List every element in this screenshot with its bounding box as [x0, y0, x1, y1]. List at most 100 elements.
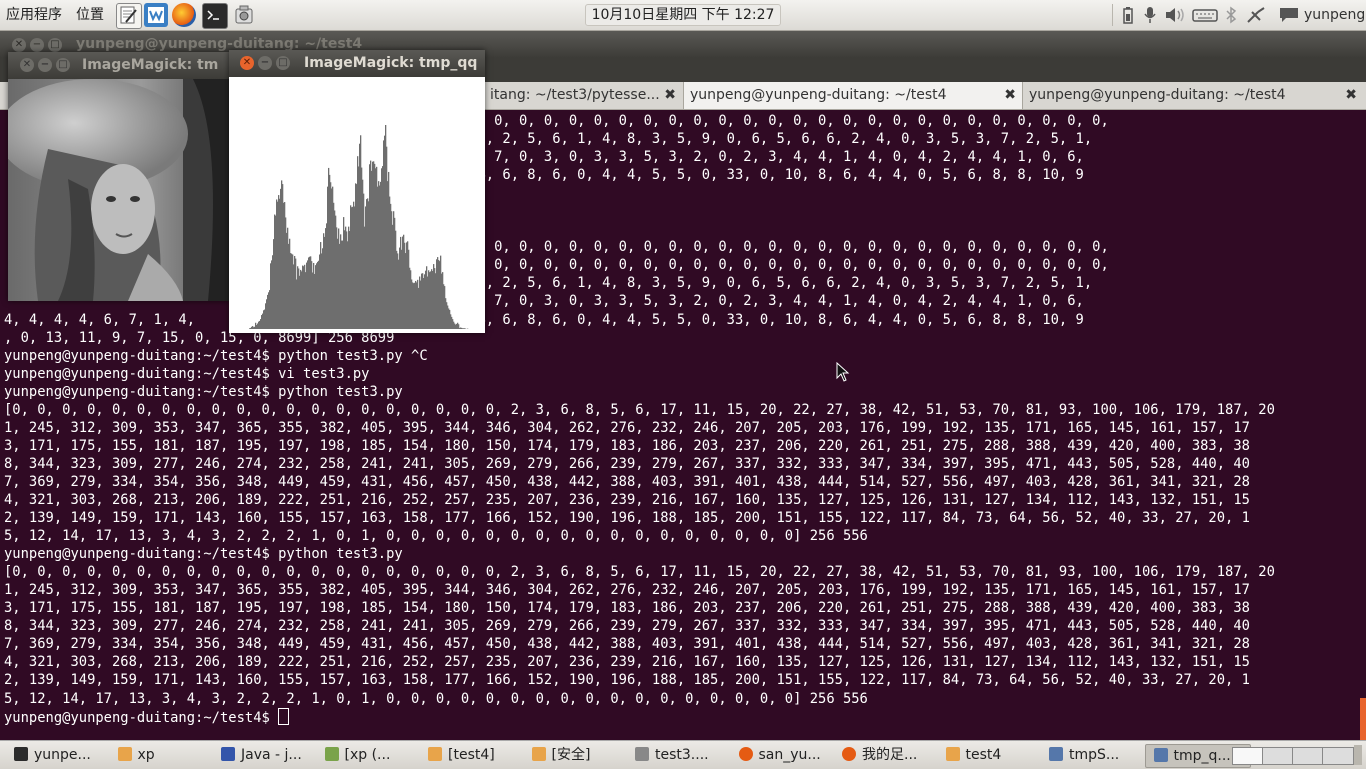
tab-test3[interactable]: itang: ~/test3/pytesse... ✖	[484, 82, 682, 109]
keyboard-icon[interactable]	[1192, 6, 1218, 24]
taskbar-item[interactable]: tmpS...	[1041, 744, 1145, 766]
folder-icon	[946, 747, 960, 761]
taskbar-item-label: Java - j...	[241, 747, 302, 763]
firefox-icon	[739, 747, 753, 761]
terminal-line: 7, 369, 279, 334, 354, 356, 348, 449, 45…	[4, 635, 1360, 653]
volume-icon[interactable]	[1164, 6, 1188, 24]
terminal-line: [0, 0, 0, 0, 0, 0, 0, 0, 0, 0, 0, 0, 0, …	[4, 563, 1360, 581]
terminal-line: yunpeng@yunpeng-duitang:~/test4$ python …	[4, 347, 1360, 365]
terminal-line: 3, 171, 175, 155, 181, 187, 195, 197, 19…	[4, 599, 1360, 617]
taskbar-item[interactable]: Java - j...	[213, 744, 317, 766]
taskbar-item-label: san_yu...	[759, 747, 821, 763]
terminal-line: 5, 12, 14, 17, 13, 3, 4, 3, 2, 2, 2, 1, …	[4, 527, 1360, 545]
chat-icon[interactable]	[1278, 6, 1300, 24]
terminal-line: 2, 139, 149, 159, 171, 143, 160, 155, 15…	[4, 509, 1360, 527]
terminal-line: 1, 245, 312, 309, 353, 347, 365, 355, 38…	[4, 581, 1360, 599]
terminal-line: 4, 321, 303, 268, 213, 206, 189, 222, 25…	[4, 491, 1360, 509]
taskbar-item-label: test4	[966, 747, 1002, 763]
terminal-prompt-line[interactable]: yunpeng@yunpeng-duitang:~/test4$	[4, 708, 1360, 727]
terminal-line: 1, 245, 312, 309, 353, 347, 365, 355, 38…	[4, 419, 1360, 437]
image-icon	[325, 747, 339, 761]
imagemagick-window-photo[interactable]: ✕ − □ ImageMagick: tm	[8, 52, 230, 301]
terminal-line: 8, 344, 323, 309, 277, 246, 274, 232, 25…	[4, 455, 1360, 473]
tab-test4[interactable]: yunpeng@yunpeng-duitang: ~/test4 ✖	[1023, 82, 1363, 109]
network-icon[interactable]	[1246, 6, 1266, 24]
tab-test4-active[interactable]: yunpeng@yunpeng-duitang: ~/test4 ✖	[683, 82, 1023, 109]
trash-icon[interactable]	[1354, 745, 1362, 765]
taskbar-item[interactable]: test4	[938, 744, 1042, 766]
clock[interactable]: 10月10日星期四 下午 12:27	[585, 4, 782, 26]
mouse-pointer-icon	[836, 362, 850, 382]
editor-icon	[635, 747, 649, 761]
taskbar-item[interactable]: [xp (...	[317, 744, 421, 766]
photo-window-title: ImageMagick: tm	[82, 52, 218, 79]
taskbar-item[interactable]: 我的足...	[834, 744, 938, 766]
histogram-minimize-icon[interactable]: −	[258, 56, 272, 70]
folder-icon	[428, 747, 442, 761]
photo-minimize-icon[interactable]: −	[38, 58, 52, 72]
prompt: yunpeng@yunpeng-duitang:~/test4$	[4, 710, 278, 726]
histogram-close-icon[interactable]: ✕	[240, 56, 254, 70]
firefox-icon	[842, 747, 856, 761]
taskbar-item-label: yunpe...	[34, 747, 91, 763]
taskbar-item[interactable]: xp	[110, 744, 214, 766]
battery-icon[interactable]	[1122, 6, 1134, 24]
tab-close-icon[interactable]: ✖	[1345, 82, 1357, 109]
folder-icon	[532, 747, 546, 761]
top-panel: 应用程序 位置 10月10日星期四 下午 12:27 yunpeng	[0, 0, 1366, 31]
workspace-switcher[interactable]	[1232, 747, 1264, 765]
photo-close-icon[interactable]: ✕	[20, 58, 34, 72]
back-maximize-icon[interactable]: □	[48, 38, 62, 52]
histogram-maximize-icon[interactable]: □	[276, 56, 290, 70]
taskbar-item-label: 我的足...	[862, 747, 917, 763]
terminal-line: 5, 12, 14, 17, 13, 3, 4, 3, 2, 2, 2, 1, …	[4, 690, 1360, 708]
text-cursor	[278, 708, 289, 725]
taskbar-item-label: [xp (...	[345, 747, 391, 763]
workspace-2[interactable]	[1262, 747, 1294, 765]
terminal-line: 3, 171, 175, 155, 181, 187, 195, 197, 19…	[4, 437, 1360, 455]
terminal-line: yunpeng@yunpeng-duitang:~/test4$ python …	[4, 383, 1360, 401]
grayscale-photo	[8, 79, 230, 301]
taskbar: yunpe... xp Java - j... [xp (... [test4] [安全]…	[0, 740, 1366, 769]
taskbar-item-label: tmp_q...	[1174, 748, 1231, 764]
taskbar-item[interactable]: [test4]	[420, 744, 524, 766]
tab-label: itang: ~/test3/pytesse...	[490, 87, 660, 103]
microphone-icon[interactable]	[1142, 6, 1158, 24]
terminal-line: 8, 344, 323, 309, 277, 246, 274, 232, 25…	[4, 617, 1360, 635]
imagemagick-window-histogram[interactable]: ✕ − □ ImageMagick: tmp_qq	[229, 50, 485, 333]
workspace-4[interactable]	[1322, 747, 1354, 765]
scrollbar-thumb[interactable]	[1360, 698, 1366, 740]
terminal-line: , 0, 13, 11, 9, 7, 15, 0, 15, 0, 8699] 2…	[4, 329, 1360, 347]
window-icon	[1049, 747, 1063, 761]
histogram-window-titlebar[interactable]: ✕ − □ ImageMagick: tmp_qq	[229, 50, 485, 77]
taskbar-item-label: [安全]	[552, 747, 591, 763]
taskbar-item[interactable]: test3....	[627, 744, 731, 766]
back-minimize-icon[interactable]: −	[30, 38, 44, 52]
tray-separator	[1112, 4, 1113, 26]
taskbar-item[interactable]: san_yu...	[731, 744, 835, 766]
tab-label: yunpeng@yunpeng-duitang: ~/test4	[690, 87, 947, 103]
taskbar-item[interactable]: yunpe...	[6, 744, 110, 766]
workspace-3[interactable]	[1292, 747, 1324, 765]
taskbar-item-label: [test4]	[448, 747, 495, 763]
user-menu[interactable]: yunpeng	[1304, 6, 1365, 24]
back-close-icon[interactable]: ✕	[12, 38, 26, 52]
terminal-line: 2, 139, 149, 159, 171, 143, 160, 155, 15…	[4, 671, 1360, 689]
photo-maximize-icon[interactable]: □	[56, 58, 70, 72]
bluetooth-icon[interactable]	[1224, 6, 1238, 24]
histogram-window-title: ImageMagick: tmp_qq	[304, 50, 477, 77]
taskbar-item[interactable]: [安全]	[524, 744, 628, 766]
java-icon	[221, 747, 235, 761]
tab-label: yunpeng@yunpeng-duitang: ~/test4	[1029, 87, 1286, 103]
terminal-line: yunpeng@yunpeng-duitang:~/test4$ vi test…	[4, 365, 1360, 383]
photo-window-titlebar[interactable]: ✕ − □ ImageMagick: tm	[8, 52, 230, 79]
terminal-line: 4, 321, 303, 268, 213, 206, 189, 222, 25…	[4, 653, 1360, 671]
terminal-line: [0, 0, 0, 0, 0, 0, 0, 0, 0, 0, 0, 0, 0, …	[4, 401, 1360, 419]
tab-close-icon[interactable]: ✖	[1004, 82, 1016, 109]
terminal-icon	[14, 747, 28, 761]
taskbar-item-label: tmpS...	[1069, 747, 1119, 763]
histogram-image	[229, 77, 485, 333]
tab-close-icon[interactable]: ✖	[664, 82, 676, 109]
terminal-line: 4, 4, 4, 4, 6, 7, 1, 4, 6, 5, 2, 0, 10, …	[4, 311, 1360, 329]
folder-icon	[118, 747, 132, 761]
